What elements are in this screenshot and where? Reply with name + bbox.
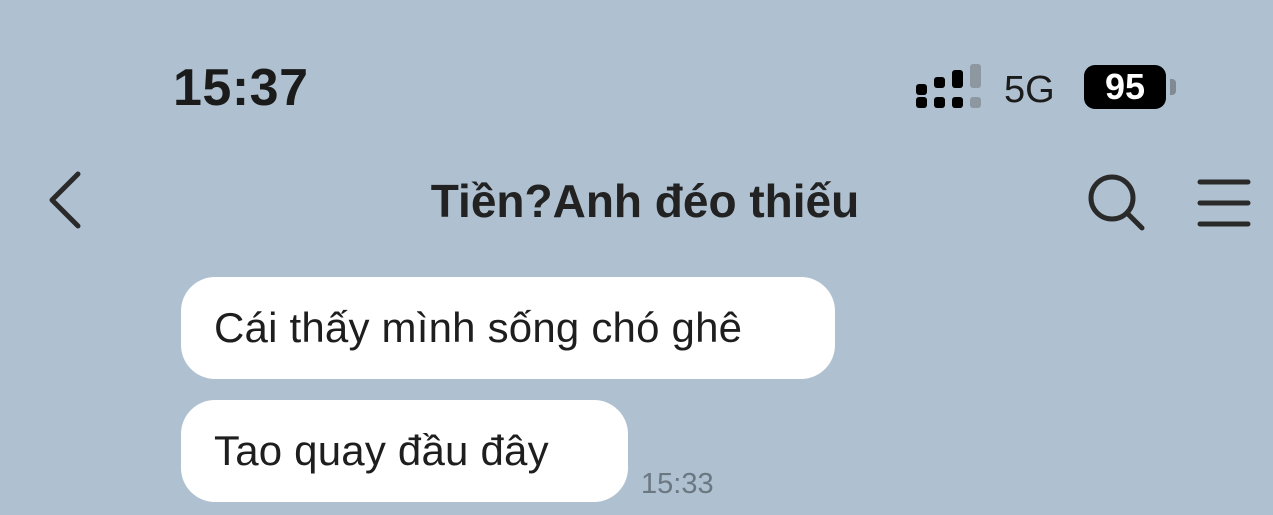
message-bubble[interactable]: Tao quay đầu đây <box>181 400 628 502</box>
battery-level: 95 <box>1104 66 1146 107</box>
search-icon <box>1088 174 1145 231</box>
hamburger-menu-icon <box>1197 179 1251 227</box>
message-bubble[interactable]: Cái thấy mình sống chó ghê <box>181 277 835 379</box>
menu-button[interactable] <box>1196 176 1252 230</box>
network-type: 5G <box>1004 69 1055 111</box>
message-text: Tao quay đầu đây <box>214 427 549 474</box>
signal-bars-icon <box>916 64 981 108</box>
chat-title: Tiền?Anh đéo thiếu <box>430 175 860 227</box>
message-timestamp: 15:33 <box>641 468 714 500</box>
status-time: 15:37 <box>173 59 309 117</box>
message-text: Cái thấy mình sống chó ghê <box>214 304 743 351</box>
battery-cap <box>1170 79 1176 95</box>
battery-indicator: 95 <box>1084 65 1166 109</box>
search-button[interactable] <box>1086 172 1148 234</box>
